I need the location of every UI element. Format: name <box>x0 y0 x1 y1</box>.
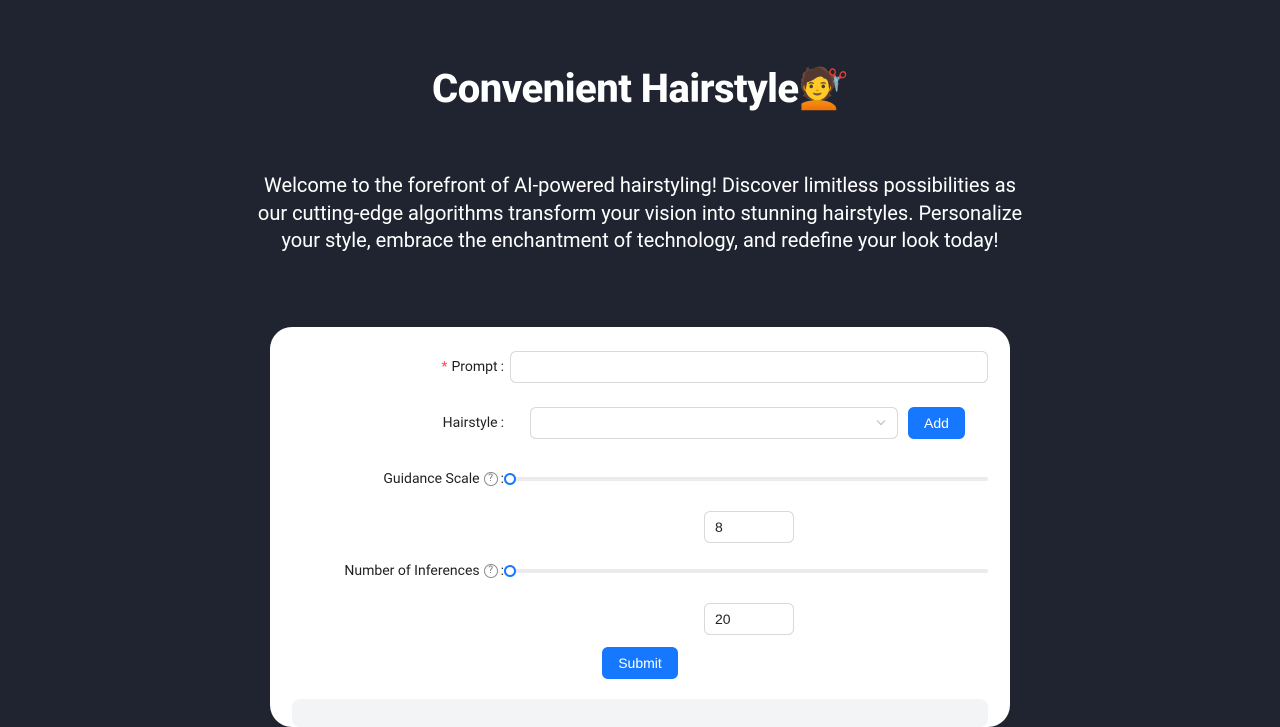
prompt-label: * Prompt : <box>292 351 510 383</box>
guidance-slider[interactable] <box>510 477 988 481</box>
inferences-label: Number of Inferences ? : <box>292 555 510 587</box>
chevron-down-icon <box>875 413 887 432</box>
guidance-label: Guidance Scale ? : <box>292 463 510 495</box>
guidance-label-text: Guidance Scale <box>383 463 479 495</box>
page-title: Convenient Hairstyle💇 <box>0 65 1280 112</box>
inferences-label-text: Number of Inferences <box>344 555 479 587</box>
colon: : <box>501 407 504 439</box>
output-placeholder <box>292 699 988 727</box>
help-icon[interactable]: ? <box>484 472 498 486</box>
inferences-value-input[interactable] <box>704 603 794 635</box>
prompt-label-text: Prompt <box>451 351 497 383</box>
guidance-row: Guidance Scale ? : <box>292 463 988 543</box>
hairstyle-label: Hairstyle : <box>292 407 510 439</box>
submit-button[interactable]: Submit <box>602 647 678 679</box>
required-asterisk: * <box>441 351 447 383</box>
prompt-row: * Prompt : <box>292 351 988 383</box>
hairstyle-label-text: Hairstyle <box>443 407 498 439</box>
guidance-slider-handle[interactable] <box>504 473 516 485</box>
inferences-slider-handle[interactable] <box>504 565 516 577</box>
hairstyle-select[interactable] <box>530 407 898 439</box>
submit-row: Submit <box>292 647 988 679</box>
intro-text: Welcome to the forefront of AI-powered h… <box>250 172 1030 255</box>
inferences-row: Number of Inferences ? : <box>292 555 988 635</box>
inferences-slider[interactable] <box>510 569 988 573</box>
colon: : <box>501 351 504 383</box>
hairstyle-row: Hairstyle : Add <box>292 407 988 439</box>
guidance-value-input[interactable] <box>704 511 794 543</box>
add-button[interactable]: Add <box>908 407 965 439</box>
help-icon[interactable]: ? <box>484 564 498 578</box>
prompt-input[interactable] <box>510 351 988 383</box>
form-card: * Prompt : Hairstyle : Add <box>270 327 1010 727</box>
